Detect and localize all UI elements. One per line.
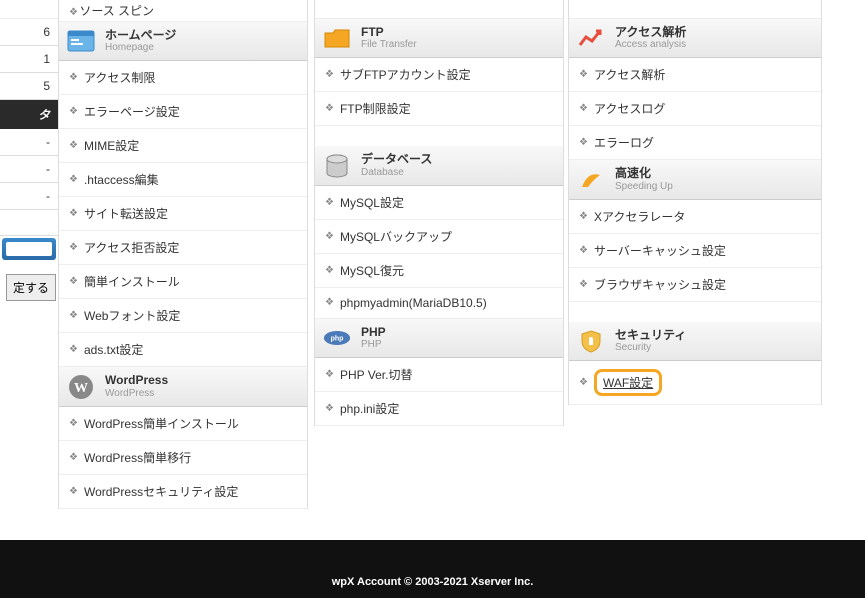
svg-text:php: php: [331, 336, 344, 343]
section-head-php: php PHPPHP: [315, 319, 563, 358]
menu-item[interactable]: ❖エラーログ: [569, 126, 821, 160]
menu-item[interactable]: ❖アクセス解析: [569, 58, 821, 92]
menu-item[interactable]: ❖MySQLバックアップ: [315, 220, 563, 254]
bullet-icon: ❖: [325, 297, 332, 308]
bullet-icon: ❖: [69, 344, 76, 355]
menu-item[interactable]: ❖WordPressセキュリティ設定: [59, 475, 307, 509]
menu-item-waf[interactable]: ❖ WAF設定: [569, 361, 821, 405]
menu-item[interactable]: ❖.htaccess編集: [59, 163, 307, 197]
menu-item[interactable]: ❖ads.txt設定: [59, 333, 307, 367]
database-icon: [323, 154, 351, 178]
homepage-icon: [67, 29, 95, 53]
stat-value: 1: [0, 46, 58, 73]
menu-item[interactable]: ❖PHP Ver.切替: [315, 358, 563, 392]
php-icon: php: [323, 326, 351, 350]
stat-dash: -: [0, 156, 58, 183]
menu-item[interactable]: ❖サブFTPアカウント設定: [315, 58, 563, 92]
bullet-icon: ❖: [69, 486, 76, 497]
section-head-database: データベースDatabase: [315, 146, 563, 185]
column-homepage: ❖ ソース スピン ホームページHomepage ❖アクセス制限 ❖エラーページ…: [58, 0, 308, 509]
stat-value: [0, 0, 58, 19]
truncated-item: [569, 0, 821, 19]
menu-item[interactable]: ❖簡単インストール: [59, 265, 307, 299]
stat-dash: -: [0, 183, 58, 210]
bullet-icon: ❖: [69, 174, 76, 185]
section-head-speed: 高速化Speeding Up: [569, 160, 821, 199]
bullet-icon: ❖: [579, 103, 586, 114]
bullet-icon: ❖: [69, 276, 76, 287]
menu-item[interactable]: ❖phpmyadmin(MariaDB10.5): [315, 288, 563, 319]
menu-item[interactable]: ❖ブラウザキャッシュ設定: [569, 268, 821, 302]
bullet-icon: ❖: [69, 418, 76, 429]
menu-item[interactable]: ❖Xアクセラレータ: [569, 200, 821, 234]
stat-value: 5: [0, 73, 58, 100]
bullet-icon: ❖: [579, 211, 586, 222]
truncated-item[interactable]: ❖ ソース スピン: [59, 0, 307, 22]
menu-item[interactable]: ❖アクセス制限: [59, 61, 307, 95]
wordpress-icon: W: [67, 375, 95, 399]
menu-item[interactable]: ❖Webフォント設定: [59, 299, 307, 333]
bullet-icon: ❖: [325, 103, 332, 114]
menu-item[interactable]: ❖php.ini設定: [315, 392, 563, 426]
menu-item[interactable]: ❖MIME設定: [59, 129, 307, 163]
footer-text: wpX Account © 2003-2021 Xserver Inc.: [332, 576, 534, 588]
bullet-icon: ❖: [579, 137, 586, 148]
bullet-icon: ❖: [69, 140, 76, 151]
bullet-icon: ❖: [69, 72, 76, 83]
menu-item[interactable]: ❖MySQL復元: [315, 254, 563, 288]
analytics-icon: [577, 26, 605, 50]
dark-heading: タ: [0, 100, 58, 129]
progress-bar: [2, 238, 56, 260]
bullet-icon: ❖: [69, 208, 76, 219]
column-middle: FTPFile Transfer ❖サブFTPアカウント設定 ❖FTP制限設定 …: [314, 0, 564, 426]
bullet-icon: ❖: [579, 69, 586, 80]
menu-item[interactable]: ❖アクセスログ: [569, 92, 821, 126]
bullet-icon: ❖: [325, 403, 332, 414]
bullet-icon: ❖: [69, 106, 76, 117]
bullet-icon: ❖: [325, 369, 332, 380]
set-button[interactable]: 定する: [6, 274, 56, 301]
bullet-icon: ❖: [69, 310, 76, 321]
menu-item[interactable]: ❖FTP制限設定: [315, 92, 563, 126]
section-head-access: アクセス解析Access analysis: [569, 19, 821, 58]
bullet-icon: ❖: [325, 231, 332, 242]
truncated-item: [315, 0, 563, 19]
highlighted-link[interactable]: WAF設定: [594, 369, 662, 396]
svg-text:W: W: [74, 381, 88, 396]
menu-item[interactable]: ❖WordPress簡単インストール: [59, 407, 307, 441]
section-head-security: セキュリティSecurity: [569, 322, 821, 361]
section-head-homepage: ホームページHomepage: [59, 22, 307, 61]
bullet-icon: ❖: [325, 197, 332, 208]
shield-icon: [577, 329, 605, 353]
column-right: アクセス解析Access analysis ❖アクセス解析 ❖アクセスログ ❖エ…: [568, 0, 822, 405]
bullet-icon: ❖: [579, 279, 586, 290]
ftp-icon: [323, 26, 351, 50]
menu-item[interactable]: ❖MySQL設定: [315, 186, 563, 220]
section-head-wordpress: W WordPressWordPress: [59, 367, 307, 406]
bullet-icon: ❖: [69, 452, 76, 463]
bullet-icon: ❖: [325, 265, 332, 276]
stat-value: 6: [0, 19, 58, 46]
bullet-icon: ❖: [579, 377, 586, 388]
bullet-icon: ❖: [69, 242, 76, 253]
bullet-icon: ❖: [325, 69, 332, 80]
menu-item[interactable]: ❖WordPress簡単移行: [59, 441, 307, 475]
menu-item[interactable]: ❖サイト転送設定: [59, 197, 307, 231]
menu-item[interactable]: ❖アクセス拒否設定: [59, 231, 307, 265]
left-stats-panel: 6 1 5 タ - - - 定する: [0, 0, 58, 301]
menu-item[interactable]: ❖エラーページ設定: [59, 95, 307, 129]
section-head-ftp: FTPFile Transfer: [315, 19, 563, 58]
stat-dash: -: [0, 129, 58, 156]
footer: wpX Account © 2003-2021 Xserver Inc.: [0, 540, 865, 598]
speed-icon: [577, 168, 605, 192]
bullet-icon: ❖: [579, 245, 586, 256]
menu-item[interactable]: ❖サーバーキャッシュ設定: [569, 234, 821, 268]
